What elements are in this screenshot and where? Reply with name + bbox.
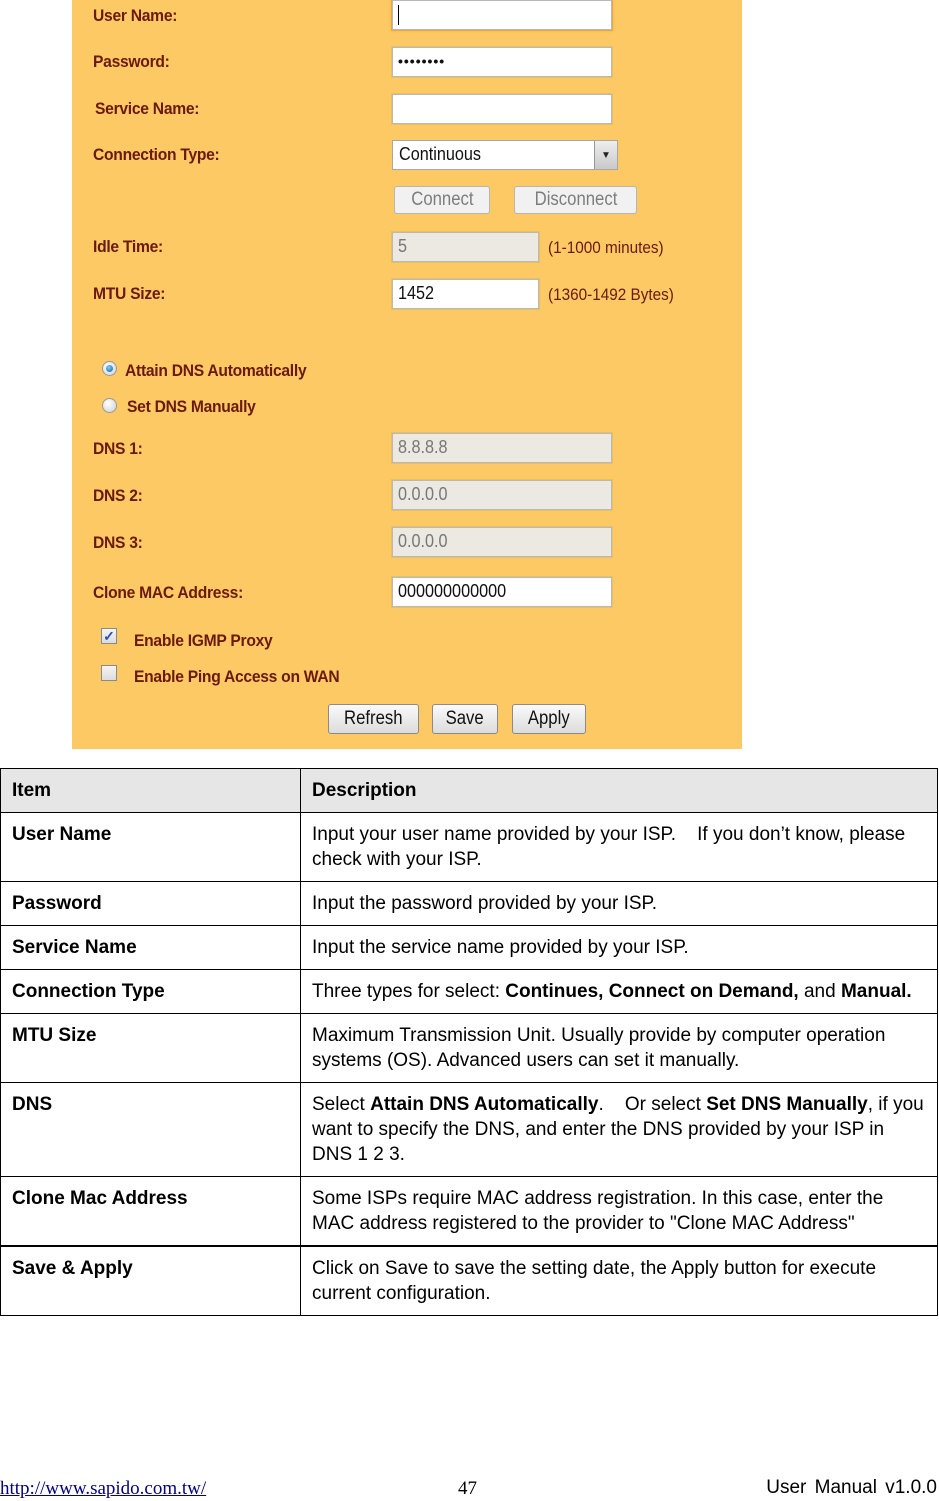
row-description: Some ISPs require MAC address registrati… bbox=[300, 1176, 938, 1247]
description-text: Input the password provided by your ISP. bbox=[312, 893, 658, 914]
password-input[interactable]: •••••••• bbox=[392, 47, 612, 77]
dns2-input[interactable]: 0.0.0.0 bbox=[392, 480, 612, 510]
idle-time-label: Idle Time: bbox=[93, 237, 163, 256]
connect-button[interactable]: Connect bbox=[394, 186, 490, 214]
description-emphasis: Manual. bbox=[840, 981, 912, 1002]
user-name-input[interactable] bbox=[392, 0, 612, 30]
dns1-input[interactable]: 8.8.8.8 bbox=[392, 433, 612, 463]
connection-type-select[interactable]: Continuous ▼ bbox=[392, 140, 618, 170]
wan-pppoe-settings-panel: User Name: Password: •••••••• Service Na… bbox=[72, 0, 742, 749]
idle-time-input[interactable]: 5 bbox=[392, 232, 539, 262]
row-description: Select Attain DNS Automatically. Or sele… bbox=[300, 1082, 938, 1177]
description-emphasis: Set DNS Manually bbox=[706, 1094, 868, 1115]
row-description: Click on Save to save the setting date, … bbox=[300, 1245, 938, 1316]
table-row: Clone Mac Address Some ISPs require MAC a… bbox=[0, 1176, 938, 1247]
service-name-label: Service Name: bbox=[95, 99, 200, 118]
description-text: Some ISPs require MAC address registrati… bbox=[312, 1188, 889, 1234]
checkmark-icon: ✓ bbox=[103, 628, 115, 644]
row-description: Input the password provided by your ISP. bbox=[300, 881, 938, 926]
description-text: Select bbox=[312, 1094, 371, 1115]
table-row: DNS Select Attain DNS Automatically. Or s… bbox=[0, 1082, 938, 1177]
refresh-button[interactable]: Refresh bbox=[328, 704, 419, 734]
save-button[interactable]: Save bbox=[432, 704, 498, 734]
igmp-proxy-label[interactable]: Enable IGMP Proxy bbox=[134, 631, 273, 651]
password-label: Password: bbox=[93, 52, 170, 71]
connection-type-label: Connection Type: bbox=[93, 145, 220, 164]
mtu-size-hint: (1360-1492 Bytes) bbox=[548, 285, 674, 304]
description-text: Three types for select: bbox=[312, 981, 506, 1002]
user-name-label: User Name: bbox=[93, 6, 178, 25]
dns3-input[interactable]: 0.0.0.0 bbox=[392, 527, 612, 557]
ping-wan-checkbox[interactable] bbox=[101, 665, 117, 681]
table-row: Save & Apply Click on Save to save the se… bbox=[0, 1245, 938, 1316]
row-description: Three types for select: Continues, Conne… bbox=[300, 969, 938, 1014]
dns1-label: DNS 1: bbox=[93, 439, 143, 458]
table-row: Connection Type Three types for select: C… bbox=[0, 969, 938, 1014]
header-description: Description bbox=[300, 768, 938, 813]
row-description: Input the service name provided by your … bbox=[300, 925, 938, 970]
chevron-down-icon[interactable]: ▼ bbox=[594, 141, 617, 169]
row-item: DNS bbox=[0, 1082, 301, 1177]
attain-dns-auto-radio[interactable] bbox=[102, 361, 117, 376]
row-item: Password bbox=[0, 881, 301, 926]
dns2-label: DNS 2: bbox=[93, 486, 143, 505]
clone-mac-label: Clone MAC Address: bbox=[93, 583, 244, 602]
row-item: Save & Apply bbox=[0, 1245, 301, 1316]
description-text: and bbox=[798, 981, 841, 1002]
description-emphasis: Attain DNS Automatically bbox=[370, 1094, 599, 1115]
row-item: User Name bbox=[0, 812, 301, 882]
attain-dns-auto-label[interactable]: Attain DNS Automatically bbox=[125, 361, 307, 381]
row-description: Maximum Transmission Unit. Usually provi… bbox=[300, 1013, 938, 1083]
description-text: Input the service name provided by your … bbox=[312, 937, 689, 958]
description-text: Click on Save to save the setting date, … bbox=[312, 1258, 882, 1304]
table-header-row: Item Description bbox=[0, 768, 938, 813]
item-description-table: Item Description User Name Input your use… bbox=[0, 768, 938, 1316]
set-dns-manual-radio[interactable] bbox=[102, 398, 117, 413]
description-emphasis: Continues, Connect on Demand, bbox=[505, 981, 799, 1002]
set-dns-manual-label[interactable]: Set DNS Manually bbox=[127, 397, 256, 417]
disconnect-button[interactable]: Disconnect bbox=[514, 186, 637, 214]
table-row: MTU Size Maximum Transmission Unit. Usual… bbox=[0, 1013, 938, 1083]
igmp-proxy-checkbox[interactable]: ✓ bbox=[101, 628, 117, 644]
dns3-label: DNS 3: bbox=[93, 533, 143, 552]
row-item: MTU Size bbox=[0, 1013, 301, 1083]
ping-wan-label[interactable]: Enable Ping Access on WAN bbox=[134, 667, 340, 687]
idle-time-hint: (1-1000 minutes) bbox=[548, 238, 664, 257]
row-item: Connection Type bbox=[0, 969, 301, 1014]
clone-mac-input[interactable]: 000000000000 bbox=[392, 577, 612, 607]
service-name-input[interactable] bbox=[392, 94, 612, 124]
mtu-size-label: MTU Size: bbox=[93, 284, 166, 303]
apply-button[interactable]: Apply bbox=[512, 704, 586, 734]
description-text: . Or select bbox=[598, 1094, 707, 1115]
table-row: User Name Input your user name provided b… bbox=[0, 812, 938, 882]
table-row: Password Input the password provided by y… bbox=[0, 881, 938, 926]
page-number: 47 bbox=[458, 1478, 477, 1499]
description-text: Maximum Transmission Unit. Usually provi… bbox=[312, 1025, 891, 1071]
row-item: Service Name bbox=[0, 925, 301, 970]
mtu-size-input[interactable]: 1452 bbox=[392, 279, 539, 309]
text-caret bbox=[398, 5, 399, 25]
manual-version: User Manual v1.0.0 bbox=[766, 1477, 937, 1498]
footer-website-link[interactable]: http://www.sapido.com.tw/ bbox=[0, 1478, 206, 1500]
table-row: Service Name Input the service name provi… bbox=[0, 925, 938, 970]
row-item: Clone Mac Address bbox=[0, 1176, 301, 1247]
description-text: Input your user name provided by your IS… bbox=[312, 824, 911, 870]
row-description: Input your user name provided by your IS… bbox=[300, 812, 938, 882]
header-item: Item bbox=[0, 768, 301, 813]
